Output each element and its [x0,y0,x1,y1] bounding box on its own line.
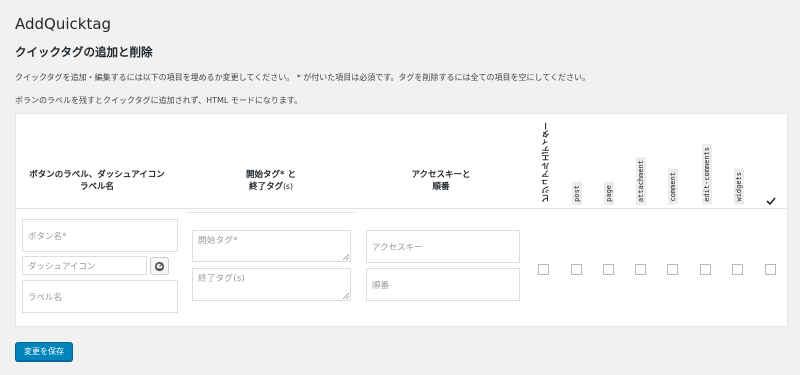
label-name-input[interactable]: ラベル名 [22,280,178,313]
header-button-label: ボタンのラベル、ダッシュアイコン ラベル名 [29,170,165,192]
header-widgets: widgets [732,169,746,205]
header-visual-editor: ビジュアルエディター [540,122,550,202]
attachment-checkbox[interactable] [635,264,646,275]
dashboard-gauge-icon [154,261,165,271]
resize-handle-icon[interactable] [343,293,349,299]
comment-checkbox[interactable] [667,264,678,275]
description-html-mode: ボランのラベルを残すとクイックタグに追加されず、HTML モードになります。 [15,96,303,105]
section-title: クイックタグの追加と削除 [15,45,153,59]
select-all-checkbox[interactable] [765,264,776,275]
post-checkbox[interactable] [571,264,582,275]
select-all-check-icon[interactable] [764,195,778,207]
app-title: AddQuicktag [15,15,112,33]
resize-handle-icon[interactable] [343,254,349,260]
edit-comments-checkbox[interactable] [700,264,711,275]
header-post: post [570,182,584,205]
header-attachment: attachment [634,156,648,205]
page-checkbox[interactable] [603,264,614,275]
access-key-input[interactable]: アクセスキー [366,230,520,263]
column-divider [186,212,356,213]
table-header: ボタンのラベル、ダッシュアイコン ラベル名 開始タグ* と 終了タグ(s) アク… [16,114,787,209]
button-name-input[interactable]: ボタン名* [22,219,178,252]
start-tag-textarea[interactable]: 開始タグ* [192,230,351,262]
end-tag-textarea[interactable]: 終了タグ(s) [192,268,351,301]
dashicon-input[interactable]: ダッシュアイコン [22,256,147,275]
order-input[interactable]: 順番 [366,268,520,301]
header-comment: comment [666,169,680,205]
header-page: page [602,182,616,205]
widgets-checkbox[interactable] [732,264,743,275]
header-edit-comments: edit-comments [700,144,714,205]
description-required-fields: クイックタグを追加・編集するには以下の項目を埋めるか変更してください。 * が付… [15,73,590,82]
header-tags: 開始タグ* と 終了タグ(s) [246,170,296,192]
dashicon-picker-button[interactable] [150,257,169,275]
quicktag-table: ボタンのラベル、ダッシュアイコン ラベル名 開始タグ* と 終了タグ(s) アク… [15,113,788,327]
save-changes-button[interactable]: 変更を保存 [15,342,73,361]
visual-editor-checkbox[interactable] [538,264,549,275]
header-access-key: アクセスキーと 順番 [411,170,471,192]
